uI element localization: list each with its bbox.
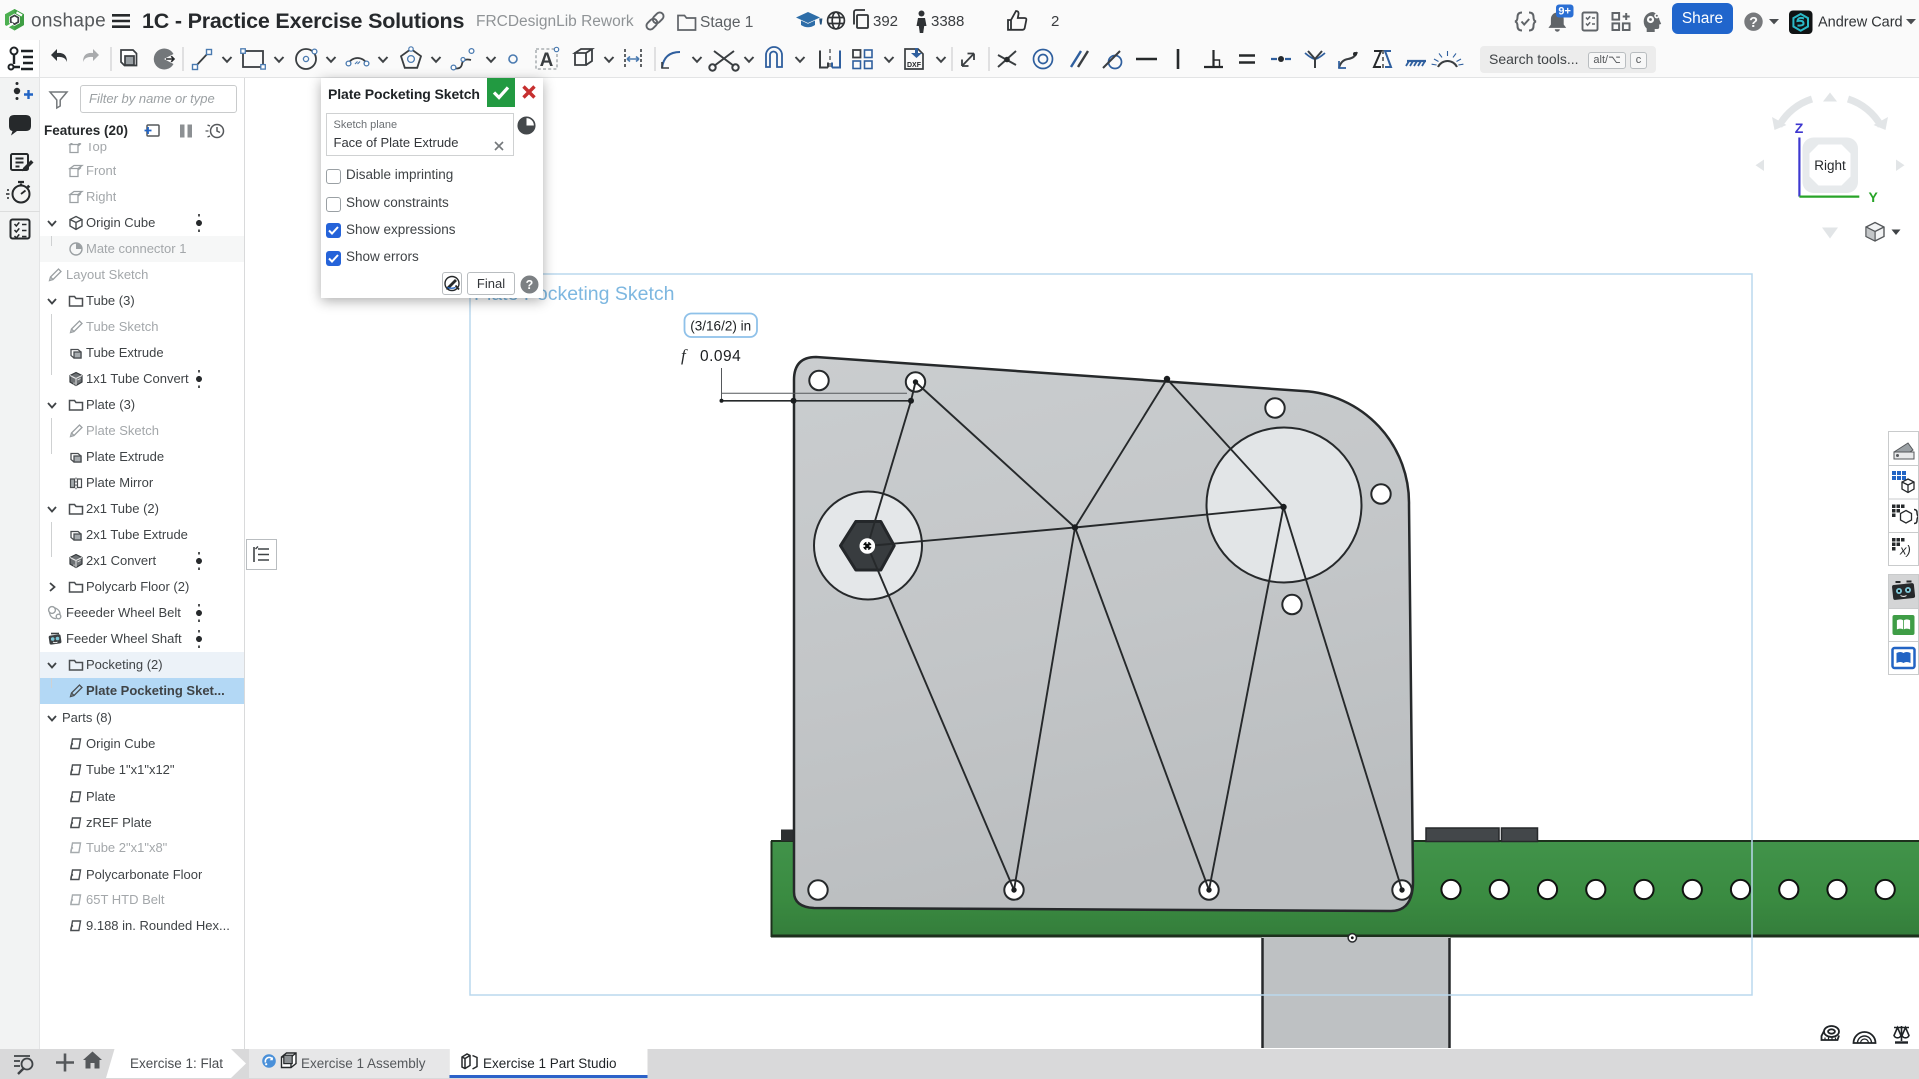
svg-text:0.094: 0.094 [700, 348, 741, 365]
svg-text:(3/16/2) in: (3/16/2) in [690, 319, 751, 334]
svg-text:Z: Z [1795, 120, 1804, 136]
svg-text:x): x) [1899, 543, 1911, 558]
svg-text:Right: Right [1814, 158, 1846, 173]
svg-text:9+: 9+ [1558, 6, 1571, 18]
svg-text:Y: Y [1869, 189, 1879, 205]
svg-text:Stage 1: Stage 1 [700, 14, 753, 31]
svg-text:Exercise 1 Part Studio: Exercise 1 Part Studio [483, 1056, 617, 1071]
svg-text:A: A [540, 50, 554, 71]
svg-text:onshape: onshape [31, 11, 106, 32]
svg-text:2: 2 [1051, 13, 1059, 30]
svg-text:3388: 3388 [931, 13, 964, 30]
svg-text:Andrew Card: Andrew Card [1818, 15, 1903, 31]
svg-text:f: f [681, 346, 688, 365]
svg-text:DXF: DXF [907, 62, 922, 69]
svg-text:Exercise 1: Flat: Exercise 1: Flat [130, 1056, 223, 1071]
svg-text:FRCDesignLib Rework: FRCDesignLib Rework [476, 13, 634, 30]
svg-text:?: ? [1749, 15, 1758, 31]
svg-text:Exercise 1 Assembly: Exercise 1 Assembly [301, 1056, 426, 1071]
svg-text:?: ? [526, 278, 534, 292]
svg-text:1C - Practice Exercise Solutio: 1C - Practice Exercise Solutions [142, 9, 464, 33]
svg-text:392: 392 [873, 13, 898, 30]
